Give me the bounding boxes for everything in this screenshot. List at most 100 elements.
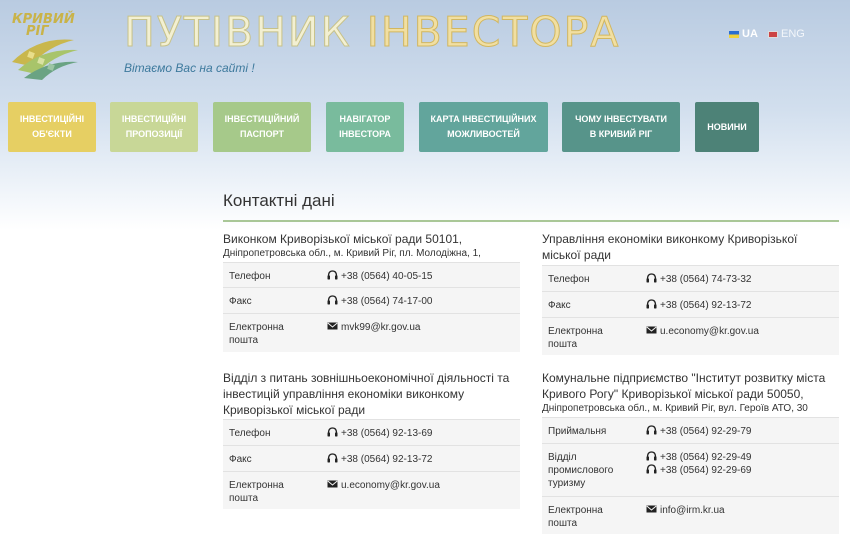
contact-row-value: +38 (0564) 92-13-69 (321, 420, 520, 445)
contact-row-value: +38 (0564) 74-17-00 (321, 288, 520, 313)
contact-row: Телефон +38 (0564) 92-13-69 (223, 419, 520, 445)
contact-row: Факс +38 (0564) 74-17-00 (223, 287, 520, 313)
contact-block-executive-committee: Виконком Криворізької міської ради 50101… (223, 231, 520, 352)
nav-label-line1: КАРТА ІНВЕСТИЦІЙНИХ (430, 114, 537, 124)
contact-block-economy-department: Управління економіки виконкому Криворізь… (542, 231, 839, 355)
contact-row-value: u.economy@kr.gov.ua (640, 318, 839, 355)
phone-number[interactable]: +38 (0564) 92-13-69 (341, 428, 432, 439)
contact-row-value: +38 (0564) 92-13-72 (640, 292, 839, 317)
nav-investment-map[interactable]: КАРТА ІНВЕСТИЦІЙНИХ МОЖЛИВОСТЕЙ (419, 102, 548, 152)
contact-row-label: Приймальня (548, 426, 607, 437)
contact-block-urban-development-institute: Комунальне підприємство "Інститут розвит… (542, 370, 839, 534)
contact-block-name: Відділ з питань зовнішньоекономічної дія… (223, 371, 510, 417)
contact-row: Електронна пошта mvk99@kr.gov.ua (223, 313, 520, 352)
contact-row-label: Факс (229, 296, 252, 307)
contact-row: Відділ промислового туризму +38 (0564) 9… (542, 443, 839, 496)
email-link[interactable]: mvk99@kr.gov.ua (341, 322, 420, 333)
contact-row-value: +38 (0564) 92-13-72 (321, 446, 520, 471)
page-title: Контактні дані (223, 191, 335, 210)
nav-investment-proposals[interactable]: ІНВЕСТИЦІЙНІ ПРОПОЗИЦІЇ (110, 102, 198, 152)
contact-row: Приймальня +38 (0564) 92-29-79 (542, 417, 839, 443)
contact-row-label: Електронна пошта (229, 322, 284, 346)
contact-row-label: Електронна пошта (548, 505, 603, 529)
contact-row: Електронна пошта info@irm.kr.ua (542, 496, 839, 534)
title-divider (223, 220, 839, 222)
email-link[interactable]: u.economy@kr.gov.ua (660, 326, 759, 337)
nav-label-line2: МОЖЛИВОСТЕЙ (447, 129, 520, 139)
nav-label-line2: ІНВЕСТОРА (339, 129, 391, 139)
contact-row-label: Факс (548, 300, 571, 311)
contact-row-value: mvk99@kr.gov.ua (321, 314, 520, 352)
phone-icon (327, 295, 338, 305)
phone-icon (327, 427, 338, 437)
tagline: Вітаємо Вас на сайті ! (124, 61, 255, 75)
phone-number[interactable]: +38 (0564) 74-73-32 (660, 274, 751, 285)
phone-icon (646, 273, 657, 283)
site-title-part1: ПУТІВНИК (124, 8, 367, 57)
nav-label-line1: ІНВЕСТИЦІЙНІ (19, 114, 85, 124)
nav-label-line2: ПРОПОЗИЦІЇ (125, 129, 183, 139)
contact-row: Електронна пошта u.economy@kr.gov.ua (542, 317, 839, 355)
phone-number[interactable]: +38 (0564) 92-29-69 (660, 465, 751, 476)
contact-block-address: Дніпропетровська обл., м. Кривий Ріг, ву… (542, 403, 808, 414)
email-link[interactable]: info@irm.kr.ua (660, 505, 725, 516)
mail-icon (646, 504, 657, 514)
nav-label-line1: ЧОМУ ІНВЕСТУВАТИ (575, 114, 667, 124)
contact-block-name: Управління економіки виконкому Криворізь… (542, 232, 798, 262)
nav-label-line1: ІНВЕСТИЦІЙНИЙ (224, 114, 300, 124)
contact-row-value: +38 (0564) 92-29-49 +38 (0564) 92-29-69 (640, 444, 839, 496)
contact-block-title: Комунальне підприємство "Інститут розвит… (542, 370, 839, 416)
nav-label-line2: В КРИВИЙ РІГ (589, 129, 653, 139)
contact-row-label: Телефон (229, 428, 271, 439)
site-title-part2: ІНВЕСТОРА (366, 8, 621, 57)
lang-ua-link[interactable]: UA (729, 28, 758, 40)
contact-row-label: Факс (229, 454, 252, 465)
nav-label-line1: ІНВЕСТИЦІЙНІ (121, 114, 187, 124)
nav-investment-objects[interactable]: ІНВЕСТИЦІЙНІ ОБ'ЄКТИ (8, 102, 96, 152)
phone-number[interactable]: +38 (0564) 92-29-49 (660, 452, 751, 463)
contact-block-title: Управління економіки виконкому Криворізь… (542, 231, 839, 263)
mail-icon (327, 479, 338, 489)
contact-row-value: info@irm.kr.ua (640, 497, 839, 534)
nav-label-line2: ОБ'ЄКТИ (32, 129, 72, 139)
contact-block-foreign-economic-department: Відділ з питань зовнішньоекономічної дія… (223, 370, 520, 509)
contact-row-label: Телефон (548, 274, 590, 285)
city-logo[interactable]: КРИВИЙ РІГ (8, 12, 80, 82)
mail-icon (327, 321, 338, 331)
contact-row-label: Відділ промислового туризму (548, 452, 614, 489)
lang-ua-label: UA (742, 28, 758, 40)
contact-row-label: Електронна пошта (548, 326, 603, 350)
phone-number[interactable]: +38 (0564) 40-05-15 (341, 271, 432, 282)
mail-icon (646, 325, 657, 335)
contact-row-value: +38 (0564) 40-05-15 (321, 263, 520, 287)
contact-block-name: Виконком Криворізької міської ради 50101… (223, 232, 463, 246)
gb-flag-icon (768, 30, 778, 38)
contact-row-value: u.economy@kr.gov.ua (321, 472, 520, 509)
phone-icon (646, 464, 657, 474)
phone-icon (327, 270, 338, 280)
phone-number[interactable]: +38 (0564) 92-29-79 (660, 426, 751, 437)
contact-row-label: Телефон (229, 271, 271, 282)
nav-investment-passport[interactable]: ІНВЕСТИЦІЙНИЙ ПАСПОРТ (213, 102, 311, 152)
contact-row: Телефон +38 (0564) 40-05-15 (223, 262, 520, 287)
phone-icon (646, 451, 657, 461)
nav-label-line2: ПАСПОРТ (239, 129, 285, 139)
nav-why-invest[interactable]: ЧОМУ ІНВЕСТУВАТИ В КРИВИЙ РІГ (562, 102, 680, 152)
lang-en-label: ENG (781, 28, 805, 40)
site-title: ПУТІВНИК ІНВЕСТОРА (124, 8, 621, 57)
contact-block-name: Комунальне підприємство "Інститут розвит… (542, 371, 826, 401)
contact-row-value: +38 (0564) 92-29-79 (640, 418, 839, 443)
nav-investor-navigator[interactable]: НАВІГАТОР ІНВЕСТОРА (326, 102, 404, 152)
nav-news[interactable]: НОВИНИ (695, 102, 759, 152)
contact-row: Електронна пошта u.economy@kr.gov.ua (223, 471, 520, 509)
phone-icon (327, 453, 338, 463)
nav-label-line1: НОВИНИ (707, 121, 747, 132)
nav-label-line1: НАВІГАТОР (339, 114, 391, 124)
fax-number[interactable]: +38 (0564) 92-13-72 (341, 454, 432, 465)
phone-icon (646, 299, 657, 309)
contact-block-title: Виконком Криворізької міської ради 50101… (223, 231, 520, 261)
fax-number[interactable]: +38 (0564) 74-17-00 (341, 296, 432, 307)
email-link[interactable]: u.economy@kr.gov.ua (341, 480, 440, 491)
lang-en-link[interactable]: ENG (768, 28, 805, 40)
fax-number[interactable]: +38 (0564) 92-13-72 (660, 300, 751, 311)
